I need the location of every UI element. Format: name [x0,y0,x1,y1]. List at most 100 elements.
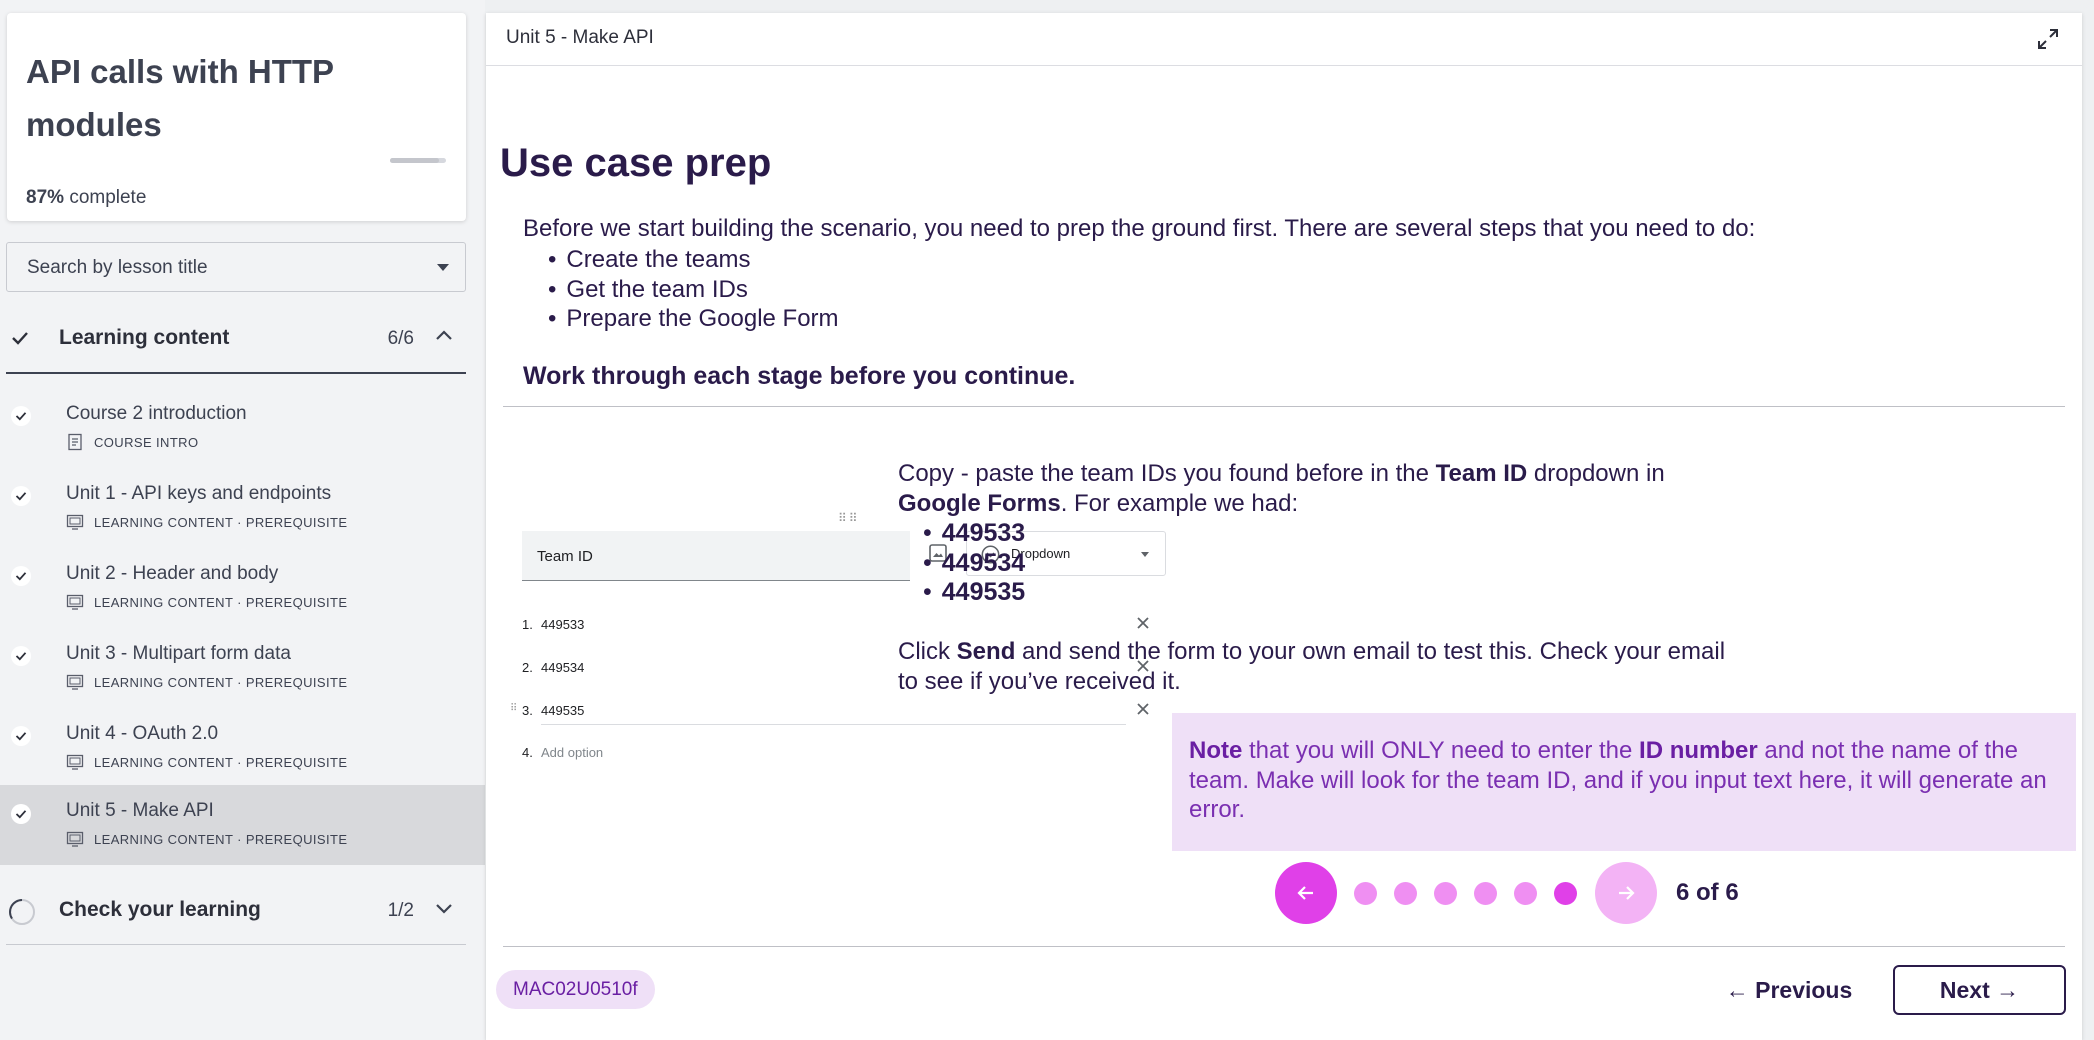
previous-button[interactable]: ← Previous [1716,966,1862,1014]
carousel-dot[interactable] [1394,882,1417,905]
lesson-item-course-intro[interactable]: Course 2 introduction COURSE INTRO [0,389,485,469]
presentation-icon [66,674,84,690]
list-item: Prepare the Google Form [548,304,838,334]
text-bold: Note [1189,737,1243,764]
divider [503,946,2065,947]
note-text: Note that you will ONLY need to enter th… [1189,736,2059,825]
carousel-position: 6 of 6 [1676,879,1739,906]
section-divider [6,372,466,374]
option-number: 2. [522,660,533,675]
lesson-complete-check-icon [11,566,31,586]
text-span: . For example we had: [1060,489,1299,517]
steps-list: Create the teams Get the team IDs Prepar… [548,245,839,334]
presentation-icon [66,831,84,847]
intro-text: Before we start building the scenario, y… [523,215,1756,242]
lesson-title: Course 2 introduction [66,403,247,424]
carousel-dot[interactable] [1354,882,1377,905]
text-span: Click [898,638,957,665]
lesson-meta: LEARNING CONTENT · PREREQUISITE [66,513,347,531]
lesson-item-unit-4[interactable]: Unit 4 - OAuth 2.0 LEARNING CONTENT · PR… [0,709,485,789]
presentation-icon [66,514,84,530]
carousel-dots [1354,882,1577,905]
lesson-search-placeholder: Search by lesson title [27,257,208,278]
text-bold: Send [956,638,1016,665]
arrow-right-icon: → [1996,977,2020,1003]
arrow-left-icon [1297,886,1313,900]
section-learning-content[interactable]: Learning content 6/6 [0,308,466,368]
section-count: 1/2 [387,900,414,921]
document-icon [68,433,82,451]
section-name: Learning content [59,326,230,349]
lesson-meta: COURSE INTRO [66,433,198,451]
option-number: 3. [522,703,533,718]
presentation-icon [66,594,84,610]
lesson-item-unit-2[interactable]: Unit 2 - Header and body LEARNING CONTEN… [0,549,485,629]
instruction-text: Work through each stage before you conti… [523,362,1076,390]
previous-label: Previous [1755,977,1853,1003]
section-name: Check your learning [59,898,261,921]
close-icon [1137,703,1149,715]
option-number: 4. [522,745,533,760]
lesson-meta: LEARNING CONTENT · PREREQUISITE [66,593,347,611]
carousel-prev-button[interactable] [1275,862,1337,924]
divider [503,406,2065,407]
section-divider [6,944,466,945]
lesson-item-unit-1[interactable]: Unit 1 - API keys and endpoints LEARNING… [0,469,485,549]
progress-suffix: complete [69,187,147,208]
lesson-code-badge: MAC02U0510f [496,970,655,1009]
expand-icon[interactable] [2036,27,2060,51]
lesson-content-panel: Unit 5 - Make API Use case prep Before w… [486,13,2082,1040]
carousel-next-button[interactable] [1595,862,1657,924]
example-ids-list: 449533 449534 449535 [923,519,1025,608]
lesson-type: LEARNING CONTENT · PREREQUISITE [94,831,348,847]
progress-bar-fill [390,158,439,163]
option-value: 449534 [541,660,585,675]
form-question-field: Team ID [522,531,910,581]
breadcrumb: Unit 5 - Make API [506,27,654,48]
list-item: Get the team IDs [548,275,839,305]
lesson-type: LEARNING CONTENT · PREREQUISITE [94,674,348,690]
carousel-dot[interactable] [1434,882,1457,905]
chevron-up-icon[interactable] [430,322,458,350]
form-question-label: Team ID [537,548,593,565]
lesson-title: Unit 4 - OAuth 2.0 [66,723,219,744]
lesson-meta: LEARNING CONTENT · PREREQUISITE [66,830,347,848]
lesson-complete-check-icon [11,646,31,666]
lesson-item-unit-3[interactable]: Unit 3 - Multipart form data LEARNING CO… [0,629,485,709]
carousel-dot[interactable] [1474,882,1497,905]
section-check-your-learning[interactable]: Check your learning 1/2 [0,880,466,940]
lesson-title: Unit 5 - Make API [66,800,214,821]
lesson-title: Unit 3 - Multipart form data [66,643,291,664]
lesson-search-select[interactable]: Search by lesson title [6,242,466,292]
list-item: 449535 [923,578,1025,608]
drag-handle-icon: ⠿⠿ [838,511,860,525]
form-option: ⠿ 3. 449535 [510,695,1162,725]
presentation-icon [66,754,84,770]
next-button[interactable]: Next → [1893,965,2066,1015]
list-item: 449534 [923,549,1025,579]
text-span: that you will ONLY need to enter the [1242,737,1640,764]
text-span: Copy - paste the team IDs you found befo… [898,460,1436,487]
partial-progress-icon [9,899,35,925]
option-number: 1. [522,617,533,632]
carousel-dot[interactable] [1514,882,1537,905]
note-callout: Note that you will ONLY need to enter th… [1172,713,2076,851]
text-span: and send the form to your own email to t… [898,638,1726,695]
lesson-type: LEARNING CONTENT · PREREQUISITE [94,514,348,530]
text-span: dropdown in [1527,460,1665,487]
list-item: 449533 [923,519,1025,549]
caret-down-icon [437,264,449,271]
lesson-title: Unit 1 - API keys and endpoints [66,483,332,504]
lesson-item-unit-5-active[interactable]: Unit 5 - Make API LEARNING CONTENT · PRE… [0,785,485,865]
option-value: 449533 [541,617,585,632]
progress-bar [390,158,446,163]
text-bold: Team ID [1435,460,1528,487]
copy-paste-text: Copy - paste the team IDs you found befo… [898,459,1738,518]
lesson-complete-check-icon [11,406,31,426]
course-card: API calls with HTTP modules 87% complete [7,13,466,221]
chevron-down-icon[interactable] [430,894,458,922]
lesson-complete-check-icon [11,486,31,506]
drag-handle-icon: ⠿ [510,703,518,714]
carousel-dot-active[interactable] [1554,882,1577,905]
arrow-left-icon: ← [1725,977,1749,1003]
